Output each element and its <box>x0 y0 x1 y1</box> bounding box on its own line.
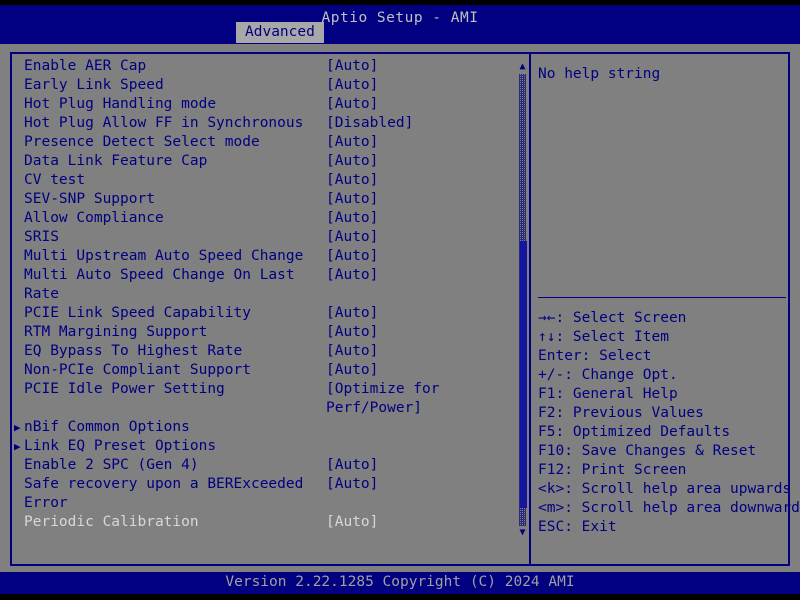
option-label[interactable]: CV test <box>24 171 85 190</box>
option-value[interactable]: [Auto] <box>326 513 378 532</box>
option-value[interactable]: [Auto] <box>326 57 378 76</box>
option-label[interactable]: SEV-SNP Support <box>24 190 155 209</box>
tab-advanced[interactable]: Advanced <box>236 22 324 43</box>
key-legend-row: F5: Optimized Defaults <box>538 424 731 440</box>
option-value[interactable]: [Auto] <box>326 456 378 475</box>
option-label[interactable]: Data Link Feature Cap <box>24 152 207 171</box>
option-value[interactable]: [Auto] <box>326 228 378 247</box>
key-legend-row: ↑↓: Select Item <box>538 329 669 345</box>
option-value[interactable]: [Disabled] <box>326 114 413 133</box>
options-list: Enable AER Cap [Auto] Early Link Speed [Aut… <box>14 57 514 557</box>
scrollbar-track[interactable] <box>519 74 527 526</box>
scroll-up-arrow-icon[interactable]: ▲ <box>518 62 527 72</box>
scrollbar-thumb[interactable] <box>520 241 527 508</box>
key-legend-row: <k>: Scroll help area upwards <box>538 481 792 497</box>
option-label[interactable]: Enable AER Cap <box>24 57 146 76</box>
option-value[interactable]: [Auto] <box>326 152 378 171</box>
key-legend-row: <m>: Scroll help area downwards <box>538 500 800 516</box>
options-scrollbar[interactable]: ▲ ▼ <box>518 62 527 538</box>
key-legend-row: F1: General Help <box>538 386 678 402</box>
key-legend-row: F2: Previous Values <box>538 405 704 421</box>
option-value[interactable]: [Auto] <box>326 266 378 285</box>
option-value[interactable]: [Auto] <box>326 171 378 190</box>
option-value[interactable]: [Auto] <box>326 95 378 114</box>
key-legend-row: →←: Select Screen <box>538 310 687 326</box>
footer-bar: Version 2.22.1285 Copyright (C) 2024 AMI <box>0 572 800 594</box>
option-label[interactable]: Link EQ Preset Options <box>24 437 216 456</box>
key-legend: →←: Select Screen ↑↓: Select Item Enter: S… <box>538 309 800 537</box>
option-label[interactable]: Allow Compliance <box>24 209 164 228</box>
option-value[interactable]: [Auto] <box>326 342 378 361</box>
option-label[interactable]: Enable 2 SPC (Gen 4) <box>24 456 199 475</box>
tab-strip: Advanced <box>0 22 800 44</box>
version-copyright: Version 2.22.1285 Copyright (C) 2024 AMI <box>225 574 575 590</box>
help-panel: No help string →←: Select Screen ↑↓: Sele… <box>536 57 800 557</box>
option-label[interactable]: Early Link Speed <box>24 76 164 95</box>
option-label[interactable]: Multi Auto Speed Change On Last <box>24 266 295 285</box>
option-label[interactable]: Multi Upstream Auto Speed Change <box>24 247 303 266</box>
key-legend-row: F12: Print Screen <box>538 462 687 478</box>
bios-setup-screen: Aptio Setup - AMI Advanced Enable AER Ca… <box>0 0 800 600</box>
key-legend-row: +/-: Change Opt. <box>538 367 678 383</box>
bottom-black-bar <box>0 594 800 600</box>
option-value[interactable]: [Auto] <box>326 133 378 152</box>
option-label[interactable]: Periodic Calibration <box>24 513 199 532</box>
option-label-wrap: Error <box>24 495 68 511</box>
option-value[interactable]: [Auto] <box>326 304 378 323</box>
option-label-wrap: Rate <box>24 286 59 302</box>
option-value[interactable]: [Auto] <box>326 247 378 266</box>
option-value[interactable]: [Auto] <box>326 323 378 342</box>
key-legend-row: Enter: Select <box>538 348 652 364</box>
submenu-arrow-icon: ▶ <box>14 440 21 453</box>
panel-divider <box>529 52 531 566</box>
option-value[interactable]: [Auto] <box>326 76 378 95</box>
option-label[interactable]: nBif Common Options <box>24 418 190 437</box>
key-legend-row: ESC: Exit <box>538 519 617 535</box>
option-value[interactable]: [Auto] <box>326 190 378 209</box>
option-label[interactable]: Hot Plug Allow FF in Synchronous <box>24 114 303 133</box>
option-label[interactable]: PCIE Idle Power Setting <box>24 380 225 399</box>
option-label[interactable]: EQ Bypass To Highest Rate <box>24 342 242 361</box>
help-string: No help string <box>538 66 661 82</box>
submenu-arrow-icon: ▶ <box>14 421 21 434</box>
option-label[interactable]: Non-PCIe Compliant Support <box>24 361 251 380</box>
option-label[interactable]: Safe recovery upon a BERExceeded <box>24 475 303 494</box>
option-value[interactable]: [Optimize for <box>326 380 440 399</box>
option-value[interactable]: [Auto] <box>326 209 378 228</box>
scroll-down-arrow-icon[interactable]: ▼ <box>518 528 527 538</box>
option-value[interactable]: [Auto] <box>326 475 378 494</box>
help-separator <box>538 297 786 298</box>
option-value[interactable]: Perf/Power] <box>326 399 422 418</box>
key-legend-row: F10: Save Changes & Reset <box>538 443 757 459</box>
option-value[interactable]: [Auto] <box>326 361 378 380</box>
option-label[interactable]: RTM Margining Support <box>24 323 207 342</box>
option-label[interactable]: Hot Plug Handling mode <box>24 95 216 114</box>
option-label[interactable]: Presence Detect Select mode <box>24 133 260 152</box>
option-label[interactable]: SRIS <box>24 228 59 247</box>
option-label[interactable]: PCIE Link Speed Capability <box>24 304 251 323</box>
